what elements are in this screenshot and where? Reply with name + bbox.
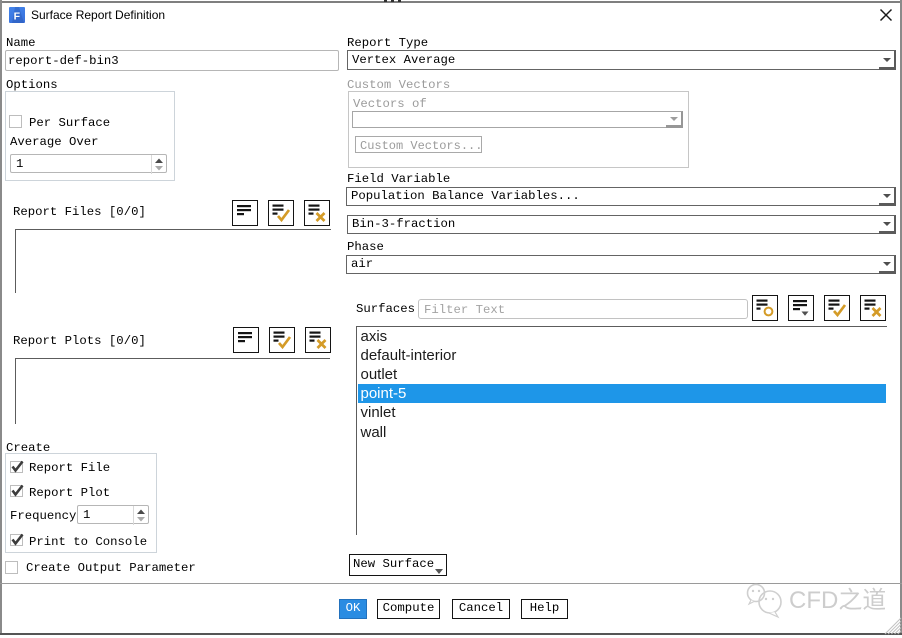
svg-text:F: F — [14, 11, 21, 23]
svg-text:CFD之道: CFD之道 — [789, 587, 885, 614]
